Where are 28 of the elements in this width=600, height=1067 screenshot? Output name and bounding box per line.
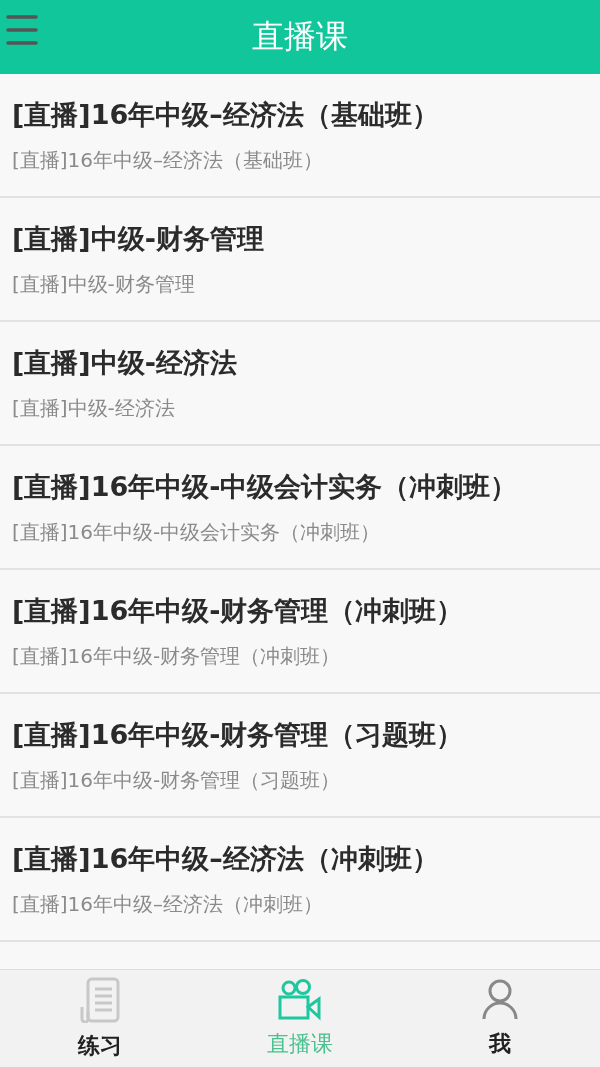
course-item[interactable]: [直播]16年中级-财务管理（冲刺班） [直播]16年中级-财务管理（冲刺班） [0,570,600,694]
page-title: 直播课 [252,16,348,57]
video-camera-icon [278,978,322,1021]
course-title: [直播]16年中级–经济法（冲刺班） [12,841,440,876]
course-item[interactable]: [直播]16年中级–经济法（基础班） [直播]16年中级–经济法（基础班） [0,74,600,198]
menu-icon[interactable] [4,12,40,48]
document-icon [80,976,120,1023]
course-subtitle: [直播]16年中级-中级会计实务（冲刺班） [12,518,382,546]
course-item[interactable]: [直播]16年中级–经济法（冲刺班） [直播]16年中级–经济法（冲刺班） [0,818,600,942]
course-subtitle: [直播]中级-经济法 [12,394,176,422]
course-title: [直播]中级-经济法 [12,345,238,380]
nav-tab[interactable]: 练习 [0,970,200,1067]
course-subtitle: [直播]16年中级-财务管理（冲刺班） [12,642,342,670]
course-title: [直播]16年中级–经济法（基础班） [12,97,440,132]
course-subtitle: [直播]16年中级–经济法（冲刺班） [12,890,325,918]
nav-tab[interactable]: 我 [400,970,600,1067]
course-title: [直播]16年中级-财务管理（习题班） [12,717,465,752]
course-title: [直播]中级-财务管理 [12,221,265,256]
course-title: [直播]16年中级-财务管理（冲刺班） [12,593,465,628]
course-title: [直播]16年中级-中级会计实务（冲刺班） [12,469,519,504]
course-item[interactable]: [直播]中级-财务管理 [直播]中级-财务管理 [0,198,600,322]
course-subtitle: [直播]16年中级-财务管理（习题班） [12,766,342,794]
course-item[interactable]: [直播]中级-经济法 [直播]中级-经济法 [0,322,600,446]
course-item[interactable]: [直播]16年中级-财务管理（习题班） [直播]16年中级-财务管理（习题班） [0,694,600,818]
person-icon [482,978,518,1021]
course-subtitle: [直播]16年中级–经济法（基础班） [12,146,325,174]
course-subtitle: [直播]中级-财务管理 [12,270,196,298]
course-item[interactable]: [直播]16年中级-中级会计实务（冲刺班） [直播]16年中级-中级会计实务（冲刺班） [0,446,600,570]
